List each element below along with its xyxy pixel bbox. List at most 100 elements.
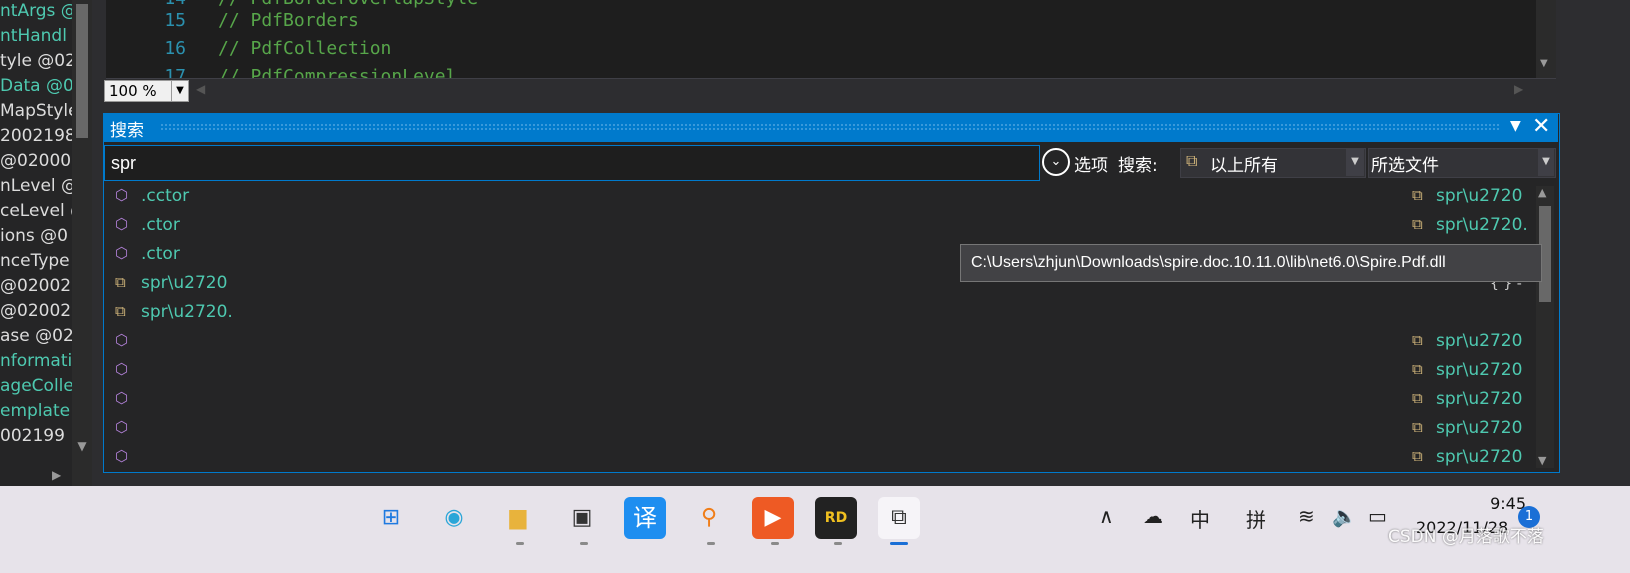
tree-item[interactable]: ase @02	[0, 323, 72, 349]
tree-item[interactable]: @020021	[0, 298, 72, 324]
search-tool-icon[interactable]: ⚲	[688, 497, 730, 539]
solution-tree-panel: ntArgs @ ntHandl tyle @02 Data @0 MapStyle 20…	[0, 0, 72, 490]
result-location[interactable]: spr\u2720	[1436, 186, 1522, 206]
result-item[interactable]: spr\u2720	[141, 269, 227, 298]
tree-item[interactable]: ageColle	[0, 373, 72, 399]
tree-item[interactable]: MapStyle	[0, 98, 72, 124]
line-number: 14	[146, 0, 186, 9]
tree-item[interactable]: ceLevel @	[0, 198, 72, 224]
class-icon: ⧉	[115, 302, 126, 320]
scroll-up-icon[interactable]: ▲	[1538, 186, 1546, 199]
ime-mode[interactable]: 中	[1190, 504, 1210, 533]
titlebar-grip[interactable]	[160, 123, 1500, 131]
class-icon: ⧉	[1412, 331, 1423, 349]
tree-scroll-right-icon[interactable]: ▶	[52, 468, 61, 482]
tree-item[interactable]: nceType	[0, 248, 70, 274]
method-icon: ⬡	[115, 447, 129, 465]
clock-time[interactable]: 9:45	[1466, 494, 1526, 513]
class-icon: ⧉	[1412, 447, 1423, 465]
tray-overflow-icon[interactable]: ∧	[1099, 504, 1114, 528]
class-icon: ⧉	[1412, 418, 1423, 436]
running-indicator	[707, 542, 715, 545]
scroll-down-icon[interactable]: ▼	[1540, 58, 1548, 69]
tree-item[interactable]: @020021	[0, 273, 72, 299]
line-number: 16	[164, 38, 186, 59]
tree-item[interactable]: tyle @02	[0, 48, 72, 74]
panel-menu-icon[interactable]: ▼	[1510, 118, 1521, 134]
code-editor[interactable]: 14 // PdfBorderOverlapStyle 15 // PdfBor…	[106, 0, 1536, 78]
tree-item[interactable]: nLevel @	[0, 173, 72, 199]
result-location[interactable]: spr\u2720.	[1436, 215, 1528, 235]
scope-select-value: 以上所有	[1210, 156, 1278, 176]
volume-icon[interactable]: 🔈	[1332, 504, 1357, 528]
tree-item[interactable]: nformatio	[0, 348, 72, 374]
start-icon[interactable]: ⊞	[370, 497, 412, 539]
tree-item[interactable]: ntArgs @	[0, 0, 72, 24]
result-item[interactable]: .ctor	[141, 211, 180, 240]
tree-scrollbar-thumb[interactable]	[76, 4, 88, 138]
result-location[interactable]: spr\u2720	[1436, 447, 1522, 467]
cloud-icon[interactable]: ☁	[1143, 504, 1163, 528]
ime-pinyin[interactable]: 拼	[1246, 504, 1266, 533]
code-line: // PdfBorders	[218, 10, 359, 31]
class-icon: ⧉	[1412, 360, 1423, 378]
zoom-dropdown-icon[interactable]: ▼	[171, 80, 189, 102]
running-indicator	[580, 542, 588, 545]
class-icon: ⧉	[1412, 215, 1423, 233]
chevron-down-icon[interactable]: ⌄	[1042, 148, 1070, 176]
translator-icon[interactable]: 译	[624, 497, 666, 539]
code-line: // PdfCollection	[218, 38, 392, 59]
tree-item[interactable]: ions @0	[0, 223, 68, 249]
running-indicator	[771, 542, 779, 545]
result-location[interactable]: spr\u2720	[1436, 389, 1522, 409]
editor-vertical-scrollbar[interactable]: ▼	[1536, 0, 1556, 78]
files-dropdown-icon[interactable]: ▼	[1538, 148, 1554, 176]
result-location[interactable]: spr\u2720	[1436, 418, 1522, 438]
scroll-down-icon[interactable]: ▼	[1538, 454, 1546, 467]
scroll-left-icon[interactable]: ◀	[196, 82, 205, 96]
tree-item[interactable]: 002199	[0, 423, 65, 449]
scroll-right-icon[interactable]: ▶	[1514, 82, 1523, 96]
method-icon: ⬡	[115, 360, 129, 378]
edge-icon[interactable]: ◉	[433, 497, 475, 539]
media-player-icon[interactable]: ▶	[752, 497, 794, 539]
class-icon: ⧉	[1412, 389, 1423, 407]
tree-item[interactable]: @020001	[0, 148, 72, 174]
scope-dropdown-icon[interactable]: ▼	[1346, 148, 1364, 176]
tree-item[interactable]: 2002198	[0, 123, 72, 149]
method-icon: ⬡	[115, 389, 129, 407]
result-location[interactable]: spr\u2720	[1436, 331, 1522, 351]
wifi-icon[interactable]: ≋	[1298, 504, 1315, 528]
result-item[interactable]: .ctor	[141, 240, 180, 269]
result-location[interactable]: spr\u2720	[1436, 360, 1522, 380]
method-icon: ⬡	[115, 244, 129, 262]
close-icon[interactable]: ✕	[1532, 114, 1550, 139]
editor-horizontal-scrollbar[interactable]	[106, 78, 1556, 103]
tree-scroll-down-icon[interactable]: ▼	[76, 440, 88, 452]
method-icon: ⬡	[115, 215, 129, 233]
class-icon: ⧉	[1186, 151, 1198, 170]
terminal-icon[interactable]: ▣	[561, 497, 603, 539]
code-line: // PdfCompressionLevel	[218, 66, 457, 78]
files-select-value: 所选文件	[1371, 156, 1439, 176]
rider-icon[interactable]: RD	[815, 497, 857, 539]
tree-item[interactable]: ntHandl	[0, 23, 67, 49]
watermark: CSDN @月落歌不落	[1388, 527, 1544, 547]
tree-item[interactable]: emplate	[0, 398, 70, 424]
options-button[interactable]: 选项	[1074, 151, 1108, 176]
result-item[interactable]: spr\u2720.	[141, 298, 233, 327]
battery-icon[interactable]: ▭	[1368, 504, 1387, 528]
search-scope-label: 搜索:	[1118, 156, 1158, 176]
line-number: 17	[164, 66, 186, 78]
tree-item[interactable]: Data @0	[0, 73, 72, 99]
task-view-icon[interactable]: ⧉	[878, 497, 920, 539]
search-input[interactable]	[104, 145, 1040, 181]
method-icon: ⬡	[115, 331, 129, 349]
active-indicator	[890, 542, 908, 545]
result-item[interactable]: .cctor	[141, 182, 189, 211]
file-path-tooltip: C:\Users\zhjun\Downloads\spire.doc.10.11…	[960, 244, 1542, 282]
class-icon: ⧉	[115, 273, 126, 291]
file-explorer-icon[interactable]: ▆	[497, 497, 539, 539]
running-indicator	[516, 542, 524, 545]
method-locked-icon: ⬡	[115, 186, 129, 204]
